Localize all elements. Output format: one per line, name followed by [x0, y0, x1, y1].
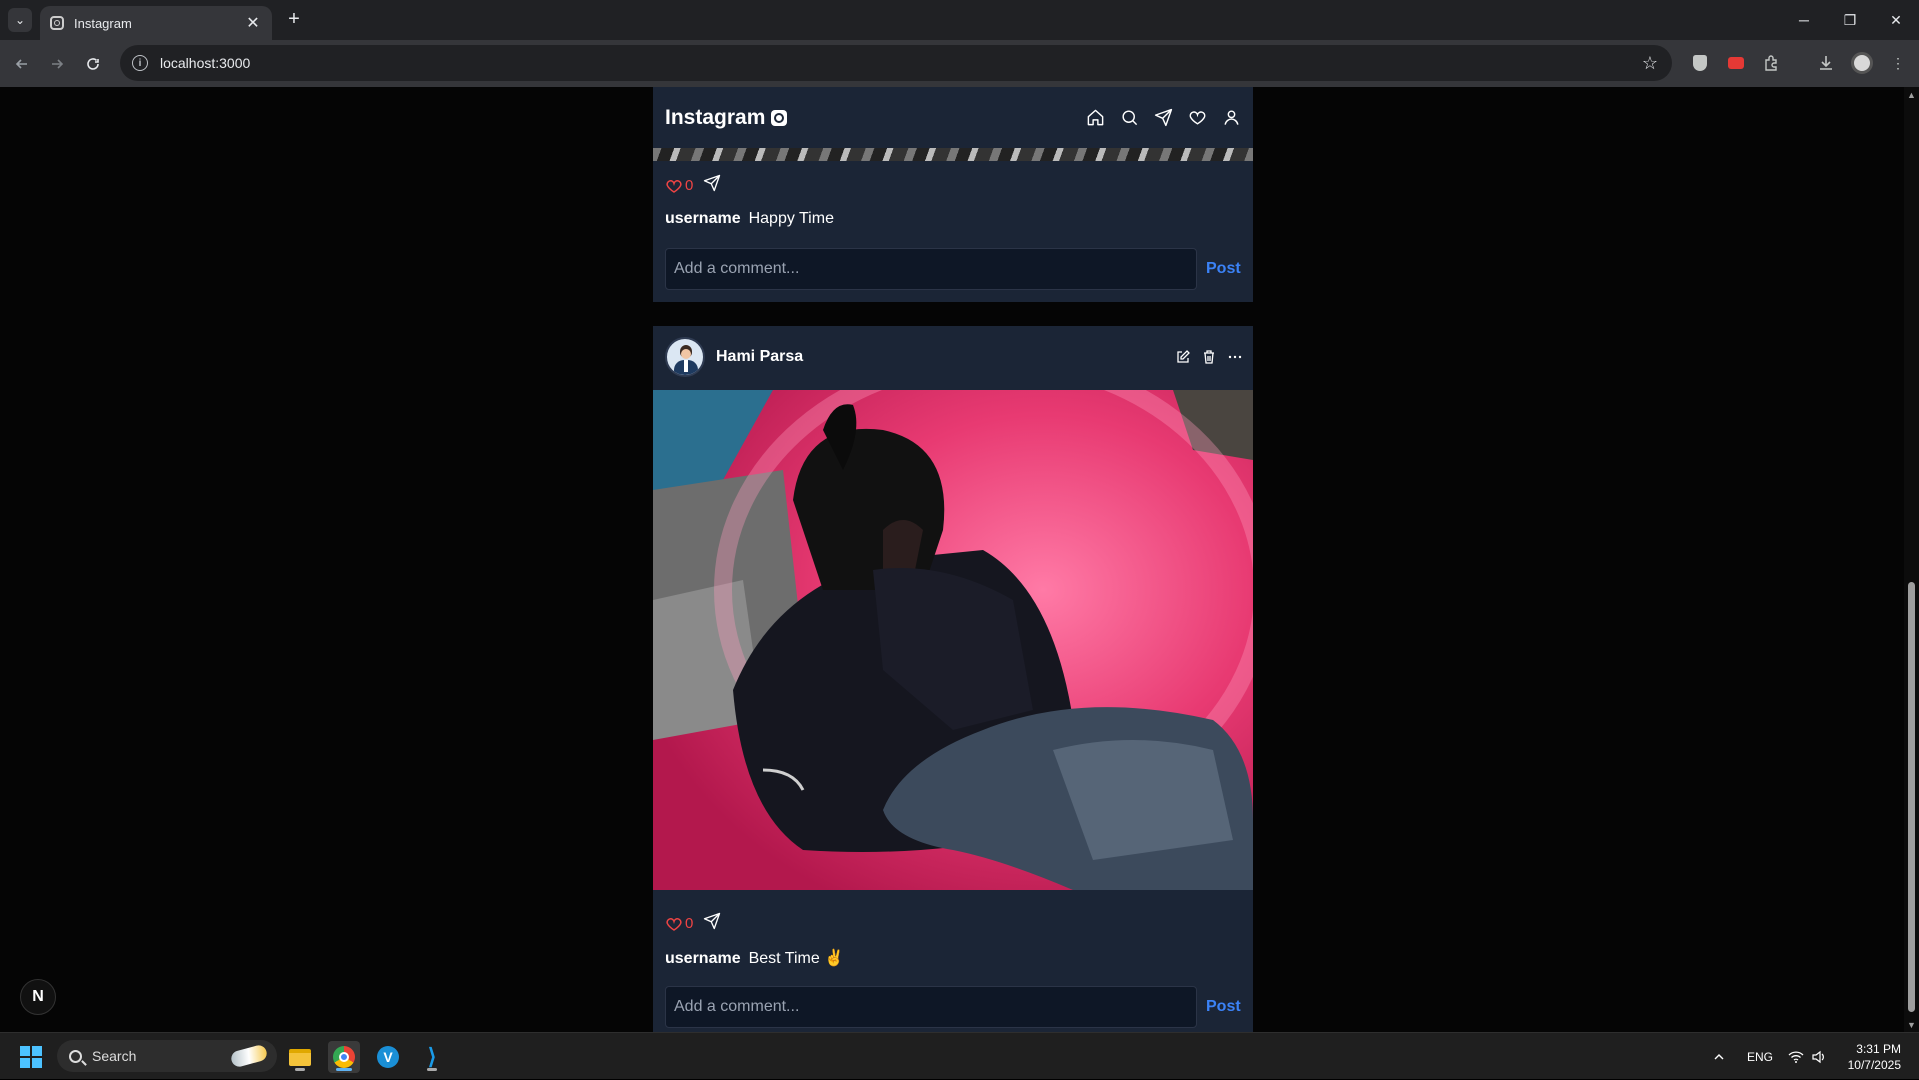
heart-icon [666, 917, 682, 931]
browser-tab-instagram[interactable]: Instagram ✕ [40, 6, 272, 40]
author-avatar[interactable] [665, 337, 705, 377]
download-icon[interactable] [1815, 52, 1837, 74]
bookmark-star-icon[interactable]: ☆ [1642, 53, 1658, 74]
more-options-icon[interactable] [1227, 349, 1243, 365]
comment-input[interactable] [665, 248, 1197, 290]
comment-input[interactable] [665, 986, 1197, 1028]
caption-username[interactable]: username [665, 950, 741, 967]
file-explorer-icon[interactable] [284, 1041, 316, 1073]
send-icon[interactable] [1153, 108, 1173, 128]
logo-text: Instagram [665, 105, 766, 129]
page-viewport: 0 username Happy Time Post Hami Parsa [0, 87, 1904, 1032]
post-card: Hami Parsa 0 username Best Time ✌ Add a … [653, 326, 1253, 1032]
scroll-up-arrow-icon[interactable]: ▲ [1907, 90, 1916, 100]
browser-tab-bar: ⌄ Instagram ✕ + ─ ❐ ✕ [0, 0, 1919, 40]
reload-icon[interactable] [79, 50, 107, 78]
video-extension-icon[interactable] [1725, 52, 1747, 74]
windows-taskbar: Search V ⟩ ENG 3:31 PM 10/7/2025 [0, 1032, 1919, 1079]
restore-button[interactable]: ❐ [1827, 0, 1873, 40]
wifi-icon[interactable] [1788, 1033, 1804, 1080]
scroll-down-arrow-icon[interactable]: ▼ [1907, 1020, 1916, 1030]
window-close-button[interactable]: ✕ [1873, 0, 1919, 40]
header-nav [1085, 108, 1241, 128]
app-header: Instagram [653, 87, 1253, 148]
user-icon[interactable] [1221, 108, 1241, 128]
heart-icon [666, 179, 682, 193]
clock-time: 3:31 PM [1856, 1042, 1901, 1056]
v-app-icon[interactable]: V [372, 1041, 404, 1073]
clock-date: 10/7/2025 [1847, 1058, 1901, 1072]
post-caption: username Happy Time [665, 210, 834, 228]
language-indicator[interactable]: ENG [1747, 1033, 1773, 1080]
tab-close-icon[interactable]: ✕ [244, 13, 262, 33]
home-icon[interactable] [1085, 108, 1105, 128]
post-header: Hami Parsa [665, 337, 1243, 377]
browser-menu-icon[interactable]: ⋮ [1887, 52, 1909, 74]
extensions-puzzle-icon[interactable] [1761, 52, 1783, 74]
taskbar-search[interactable]: Search [57, 1040, 277, 1072]
minimize-button[interactable]: ─ [1781, 0, 1827, 40]
taskbar-search-label: Search [92, 1048, 137, 1064]
post-comment-button[interactable]: Post [1206, 998, 1241, 1016]
tray-chevron-icon[interactable] [1713, 1033, 1725, 1080]
system-clock[interactable]: 3:31 PM 10/7/2025 [1848, 1041, 1901, 1073]
search-icon [69, 1049, 82, 1063]
like-button[interactable]: 0 [665, 915, 693, 933]
share-button[interactable] [703, 174, 721, 197]
page-scrollbar[interactable]: ▲ ▼ [1904, 87, 1919, 1032]
chrome-icon[interactable] [328, 1041, 360, 1073]
app-logo[interactable]: Instagram [665, 105, 788, 130]
post-header-actions [1175, 349, 1243, 365]
instagram-camera-icon [771, 109, 788, 126]
comment-row: Post [665, 986, 1245, 1028]
caption-text: Best Time ✌ [748, 950, 845, 967]
vscode-icon[interactable]: ⟩ [416, 1041, 448, 1073]
forward-arrow-icon[interactable] [43, 50, 71, 78]
post-actions: 0 [665, 912, 721, 935]
scrollbar-thumb[interactable] [1908, 582, 1915, 1012]
search-icon[interactable] [1119, 108, 1139, 128]
volume-icon[interactable] [1811, 1033, 1827, 1080]
like-count: 0 [685, 915, 694, 932]
like-button[interactable]: 0 [665, 177, 693, 195]
share-button[interactable] [703, 912, 721, 935]
post-caption: username Best Time ✌ [665, 948, 844, 968]
site-info-icon[interactable]: i [132, 55, 148, 71]
post-actions: 0 [665, 174, 721, 197]
comment-row: Post [665, 248, 1245, 290]
windows-start-icon[interactable] [20, 1046, 42, 1068]
new-tab-button[interactable]: + [282, 8, 306, 32]
search-highlight-icon [229, 1043, 269, 1069]
post-image [653, 148, 1253, 161]
send-icon [704, 174, 721, 192]
browser-toolbar: i localhost:3000 ☆ ⋮ [0, 40, 1919, 87]
post-comment-button[interactable]: Post [1206, 260, 1241, 278]
heart-icon[interactable] [1187, 108, 1207, 128]
instagram-favicon-icon [50, 16, 64, 30]
edit-icon[interactable] [1175, 349, 1191, 365]
like-count: 0 [685, 177, 694, 194]
address-url: localhost:3000 [160, 55, 251, 71]
profile-avatar[interactable] [1851, 52, 1873, 74]
trash-icon[interactable] [1201, 349, 1217, 365]
caption-username[interactable]: username [665, 210, 741, 227]
tab-title: Instagram [74, 15, 132, 31]
post-image[interactable] [653, 390, 1253, 890]
address-bar[interactable]: i localhost:3000 ☆ [120, 45, 1672, 81]
nextjs-dev-badge[interactable]: N [20, 979, 56, 1015]
tab-list-chevron-icon[interactable]: ⌄ [8, 8, 32, 32]
send-icon [704, 912, 721, 930]
caption-text: Happy Time [748, 210, 834, 227]
shield-extension-icon[interactable] [1689, 52, 1711, 74]
back-arrow-icon[interactable] [8, 50, 36, 78]
author-name[interactable]: Hami Parsa [716, 348, 803, 366]
